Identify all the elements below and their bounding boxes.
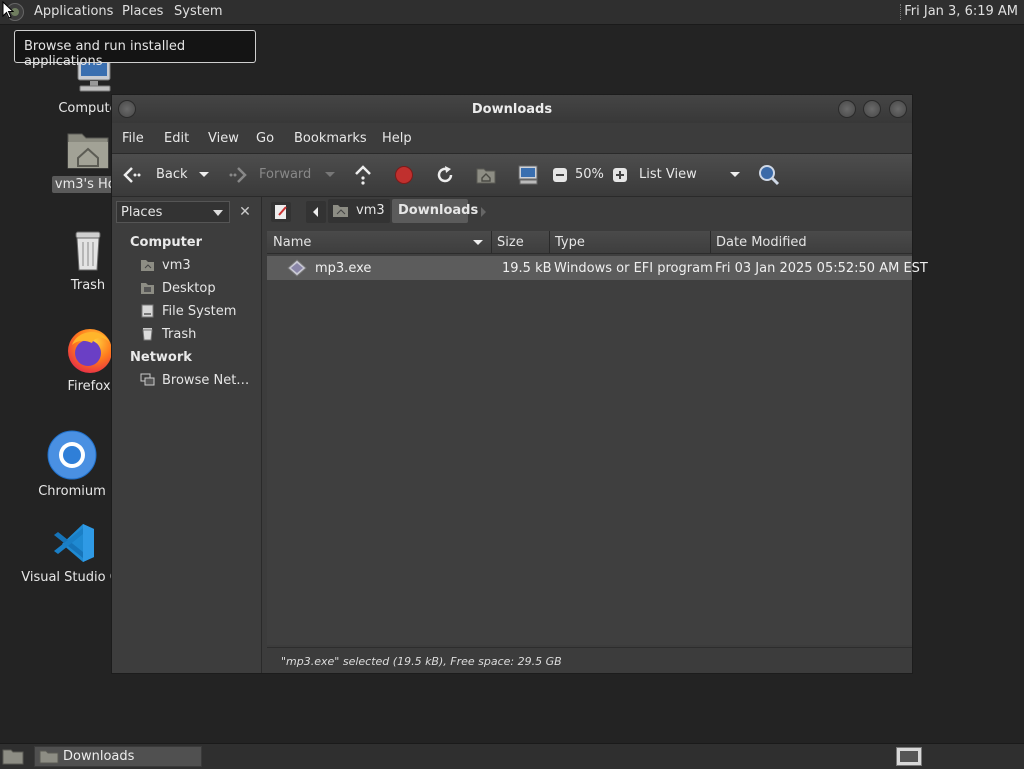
search-icon[interactable] — [757, 163, 781, 187]
edit-location-icon[interactable] — [270, 201, 292, 223]
network-icon — [140, 373, 155, 386]
home-folder-icon — [141, 260, 154, 271]
window-title: Downloads — [471, 102, 553, 117]
path-scroll-right-icon[interactable] — [476, 201, 492, 223]
sidebar-heading-computer: Computer — [130, 235, 203, 250]
up-arrow-icon[interactable] — [353, 164, 373, 186]
column-name[interactable]: Name — [273, 235, 311, 250]
home-folder-icon[interactable] — [475, 165, 497, 185]
sort-descending-icon[interactable] — [472, 239, 484, 247]
close-button[interactable] — [889, 100, 907, 118]
menubar: File Edit View Go Bookmarks Help — [112, 125, 912, 151]
file-date-modified: Fri 03 Jan 2025 05:52:50 AM EST — [715, 261, 928, 276]
menu-view[interactable]: View — [208, 131, 239, 146]
file-list: Name Size Type Date Modified mp3.exe 19.… — [267, 231, 928, 645]
forward-arrow-icon[interactable] — [226, 165, 248, 185]
workspace-switcher-icon[interactable] — [896, 747, 922, 766]
file-name: mp3.exe — [315, 261, 372, 276]
show-desktop-icon[interactable] — [2, 747, 24, 765]
sidebar: Places ✕ Computer vm3 Desktop File Syste… — [112, 197, 262, 673]
status-bar: "mp3.exe" selected (19.5 kB), Free space… — [267, 647, 912, 674]
path-segment-downloads[interactable]: Downloads — [392, 199, 478, 223]
zoom-out-icon[interactable] — [552, 167, 568, 183]
back-arrow-icon[interactable] — [122, 165, 144, 185]
forward-button[interactable]: Forward — [259, 167, 311, 182]
path-scroll-left-icon[interactable] — [306, 201, 326, 223]
minimize-button[interactable] — [838, 100, 856, 118]
view-mode-select[interactable]: List View — [639, 167, 697, 182]
table-row[interactable]: mp3.exe 19.5 kB Windows or EFI program F… — [267, 256, 928, 280]
desktop-icon-label: Firefox — [67, 379, 111, 394]
system-menu[interactable]: System — [174, 4, 222, 19]
folder-icon — [39, 750, 59, 764]
file-manager-window: Downloads File Edit View Go Bookmarks He… — [111, 94, 928, 674]
toolbar: Back Forward 50% List View — [112, 153, 912, 197]
firefox-icon — [68, 329, 112, 373]
menu-edit[interactable]: Edit — [164, 131, 189, 146]
places-menu[interactable]: Places — [122, 4, 163, 19]
file-type: Windows or EFI program — [554, 261, 713, 276]
applications-tooltip: Browse and run installed applications — [14, 30, 256, 69]
stop-icon[interactable] — [394, 165, 414, 185]
home-folder-icon — [67, 133, 109, 169]
panel-separator — [900, 4, 903, 20]
path-bar: vm3 Downloads — [266, 199, 912, 225]
back-history-dropdown-icon[interactable] — [198, 171, 210, 179]
column-type[interactable]: Type — [555, 235, 585, 250]
file-size: 19.5 kB — [502, 261, 552, 276]
menu-bookmarks[interactable]: Bookmarks — [294, 131, 367, 146]
sidebar-heading-network: Network — [130, 350, 192, 365]
menu-help[interactable]: Help — [382, 131, 412, 146]
column-size[interactable]: Size — [497, 235, 524, 250]
back-button[interactable]: Back — [156, 167, 188, 182]
close-sidebar-button[interactable]: ✕ — [234, 202, 256, 222]
desktop-icon-label: Chromium — [38, 484, 106, 499]
window-titlebar[interactable]: Downloads — [112, 95, 912, 123]
trash-icon — [142, 328, 153, 341]
desktop-folder-icon — [141, 283, 154, 294]
reload-icon[interactable] — [435, 165, 455, 185]
clock[interactable]: Fri Jan 3, 6:19 AM — [904, 4, 1018, 19]
status-text: "mp3.exe" selected (19.5 kB), Free space… — [281, 655, 562, 668]
drive-icon — [141, 304, 154, 318]
column-header: Name Size Type Date Modified — [267, 231, 912, 254]
computer-icon[interactable] — [516, 164, 540, 186]
column-date-modified[interactable]: Date Modified — [716, 235, 807, 250]
zoom-level: 50% — [575, 167, 604, 182]
path-segment-vm3[interactable]: vm3 — [328, 199, 390, 223]
chromium-icon — [47, 430, 97, 480]
maximize-button[interactable] — [863, 100, 881, 118]
mouse-pointer-icon — [2, 1, 14, 19]
trash-icon — [75, 231, 101, 271]
sidebar-type-select[interactable]: Places — [116, 201, 230, 223]
sidebar-type-value: Places — [121, 205, 163, 220]
menu-file[interactable]: File — [122, 131, 144, 146]
desktop-icon-chromium[interactable]: Chromium — [33, 430, 111, 500]
forward-history-dropdown-icon[interactable] — [324, 171, 336, 179]
menu-go[interactable]: Go — [256, 131, 274, 146]
executable-file-icon — [287, 259, 307, 277]
visual-studio-code-icon — [54, 524, 94, 562]
home-folder-icon — [333, 205, 348, 217]
top-panel: Applications Places System Fri Jan 3, 6:… — [0, 0, 1024, 25]
view-mode-dropdown-icon[interactable] — [729, 171, 741, 179]
zoom-in-icon[interactable] — [612, 167, 628, 183]
applications-menu[interactable]: Applications — [34, 4, 113, 19]
desktop-icon-label: Trash — [70, 278, 106, 293]
taskbar-item-downloads[interactable]: Downloads — [34, 746, 202, 767]
chevron-down-icon — [213, 210, 223, 216]
bottom-panel: Downloads — [0, 743, 1024, 769]
